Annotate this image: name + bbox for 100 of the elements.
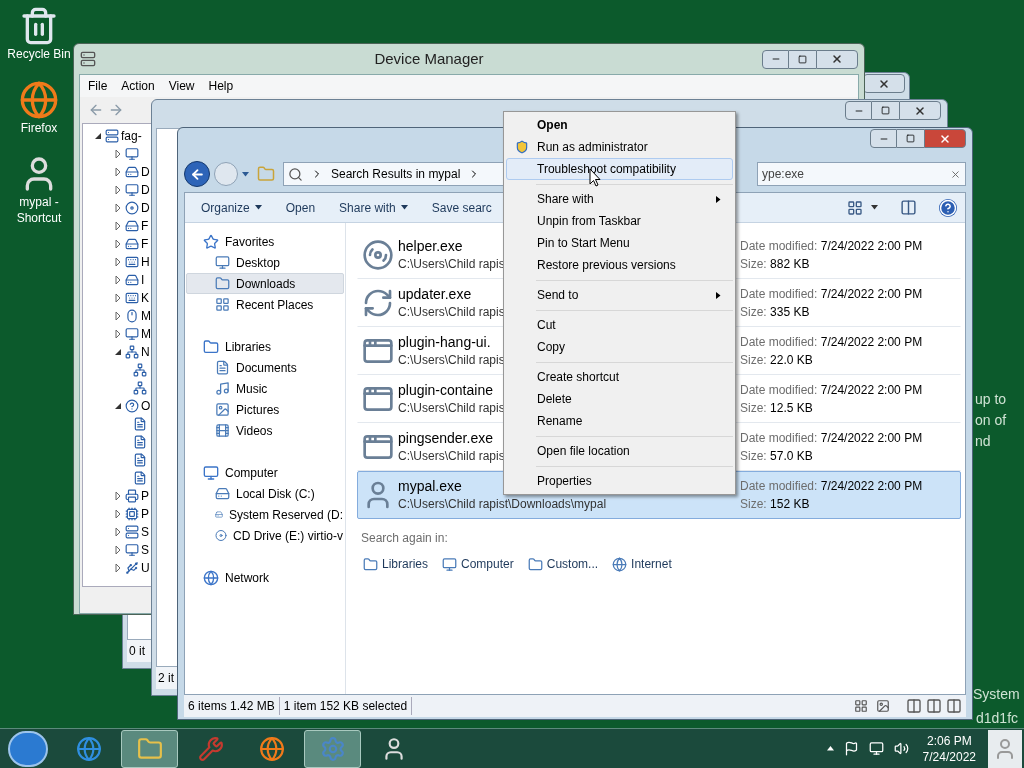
tiles-view-icon[interactable] (876, 699, 890, 713)
toolbar-button[interactable]: Open (277, 195, 324, 220)
nav-item[interactable]: Recent Places (186, 294, 344, 315)
pane-icon[interactable] (926, 698, 942, 714)
toolbar-button[interactable]: Share with (331, 195, 416, 220)
tree-item-label[interactable]: F (141, 217, 149, 235)
nav-item[interactable]: Downloads (186, 273, 344, 294)
clock-time[interactable]: 2:06 PM (926, 732, 972, 749)
minimize-button[interactable] (845, 101, 872, 120)
tree-item-label[interactable]: H (141, 253, 150, 271)
menu-item[interactable]: Copy (506, 336, 733, 358)
expanded-arrow-icon[interactable] (113, 401, 123, 411)
preview-pane-icon[interactable] (900, 199, 917, 216)
nav-item[interactable]: Local Disk (C:) (186, 483, 344, 504)
details-view-icon[interactable] (854, 699, 868, 713)
nav-item[interactable]: Desktop (186, 252, 344, 273)
pane-icon[interactable] (906, 698, 922, 714)
tree-item-label[interactable]: F (141, 235, 149, 253)
search-location-link[interactable]: Internet (612, 555, 672, 573)
file-name: plugin-hang-ui. (398, 333, 491, 351)
menu-item[interactable]: Unpin from Taskbar (506, 210, 733, 232)
menu-item[interactable]: Rename (506, 410, 733, 432)
flag-icon[interactable] (843, 741, 859, 756)
close-button[interactable] (863, 74, 905, 93)
menu-item[interactable]: Open (506, 114, 733, 136)
tree-item-label[interactable]: S (141, 523, 149, 541)
tree-item-label[interactable]: P (141, 505, 149, 523)
speaker-muted-icon[interactable] (893, 741, 909, 756)
menu-item[interactable]: Run as administrator (506, 136, 733, 158)
menu-item[interactable]: Create shortcut (506, 366, 733, 388)
tree-item-label[interactable]: D (141, 163, 150, 181)
tree-item-label[interactable]: U (141, 559, 150, 577)
menu-item[interactable]: Troubleshoot compatibility (506, 158, 733, 180)
network-icon[interactable] (868, 741, 884, 756)
tree-item-label[interactable]: D (141, 199, 150, 217)
close-button[interactable] (924, 129, 966, 148)
user-tile[interactable] (988, 729, 1022, 768)
expanded-arrow-icon[interactable] (93, 131, 103, 141)
views-icon[interactable] (847, 199, 863, 216)
desktop-icon-label[interactable]: mypal - Shortcut (1, 194, 77, 226)
clear-icon[interactable] (950, 168, 961, 180)
tree-item-label[interactable]: D (141, 181, 150, 199)
nav-group-label[interactable]: Computer (225, 463, 278, 482)
maximize-button[interactable] (872, 101, 899, 120)
tree-item-label[interactable]: M (141, 325, 151, 343)
minimize-button[interactable] (762, 49, 789, 69)
maximize-button[interactable] (897, 129, 924, 148)
menu-item[interactable]: Open file location (506, 440, 733, 462)
device-icon (125, 525, 139, 539)
taskbar-button[interactable] (304, 729, 361, 768)
nav-item[interactable]: Documents (186, 357, 344, 378)
pane-icon[interactable] (946, 698, 962, 714)
tree-item-label[interactable]: K (141, 289, 149, 307)
search-field[interactable]: ype:exe (757, 162, 966, 186)
back-button[interactable] (184, 161, 210, 187)
device-icon (125, 255, 139, 269)
dropdown-caret-icon (242, 170, 249, 178)
close-button[interactable] (816, 49, 858, 69)
search-location-link[interactable]: Custom... (527, 555, 599, 573)
desktop-icon-label[interactable]: Recycle Bin (1, 46, 77, 62)
tree-item-label[interactable]: S (141, 541, 149, 559)
start-button[interactable] (8, 730, 48, 767)
toolbar-button[interactable]: Save searc (423, 195, 500, 220)
desktop-icon-label[interactable]: Firefox (1, 120, 77, 136)
maximize-button[interactable] (789, 49, 816, 69)
minimize-button[interactable] (870, 129, 897, 148)
nav-item[interactable]: System Reserved (D: (186, 504, 344, 525)
toolbar-button[interactable]: Organize (193, 195, 270, 220)
nav-item[interactable]: Pictures (186, 399, 344, 420)
help-icon[interactable] (939, 198, 957, 217)
menu-item[interactable]: Help (208, 77, 234, 95)
menu-item[interactable]: Properties (506, 470, 733, 492)
device-icon (125, 489, 139, 503)
tree-item-label[interactable]: P (141, 487, 149, 505)
menu-item[interactable]: Cut (506, 314, 733, 336)
menu-item[interactable]: Pin to Start Menu (506, 232, 733, 254)
nav-group-label[interactable]: Libraries (225, 337, 272, 356)
menu-item[interactable]: Share with (506, 188, 733, 210)
menu-item[interactable]: Delete (506, 388, 733, 410)
tree-item-label[interactable]: fag- (121, 127, 142, 145)
nav-group-label[interactable]: Network (225, 568, 269, 587)
nav-item[interactable]: Music (186, 378, 344, 399)
tree-item-label[interactable]: M (141, 307, 151, 325)
menu-item[interactable]: File (88, 77, 108, 95)
menu-item[interactable]: View (168, 77, 195, 95)
menu-item[interactable]: Send to (506, 284, 733, 306)
tree-item-label[interactable]: N (141, 343, 150, 361)
nav-item[interactable]: CD Drive (E:) virtio-v (186, 525, 344, 546)
expanded-arrow-icon[interactable] (113, 347, 123, 357)
search-location-link[interactable]: Computer (442, 555, 514, 573)
close-button[interactable] (899, 101, 941, 120)
search-location-link[interactable]: Libraries (363, 555, 429, 573)
taskbar-button[interactable] (121, 729, 178, 768)
nav-item[interactable]: Videos (186, 420, 344, 441)
menu-item[interactable]: Action (121, 77, 155, 95)
nav-group-label[interactable]: Favorites (225, 232, 275, 251)
clock-date[interactable]: 7/24/2022 (922, 748, 976, 765)
menu-item[interactable]: Restore previous versions (506, 254, 733, 276)
globe-icon[interactable] (19, 80, 59, 120)
tree-item-label[interactable]: O (141, 397, 151, 415)
